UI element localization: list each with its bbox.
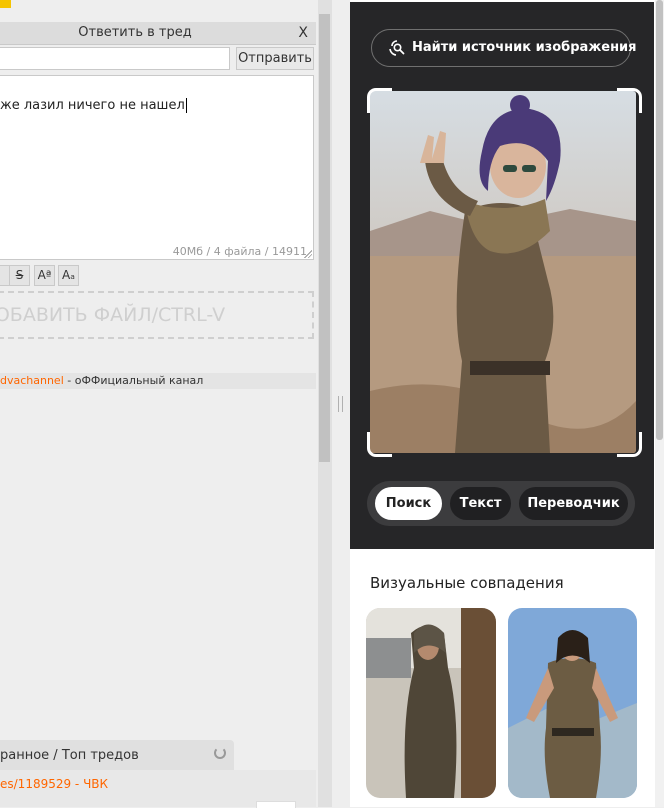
visual-match-card[interactable] — [508, 608, 637, 798]
page-scrollbar-thumb[interactable] — [319, 14, 330, 462]
visual-matches-title: Визуальные совпадения — [370, 574, 564, 592]
channel-footer: dvachannel - оФФициальный канал — [0, 373, 316, 389]
resize-handle[interactable] — [304, 250, 312, 258]
lens-search-icon — [389, 40, 405, 56]
bookmarks-tabs[interactable]: ранное / Топ тредов — [0, 748, 139, 763]
visual-match-image — [366, 608, 496, 798]
dropzone-label: ДОБАВИТЬ ФАЙЛ/CTRL-V — [0, 304, 226, 326]
crop-corner-bottom-left[interactable] — [367, 432, 392, 457]
text-caret — [185, 98, 187, 113]
mode-tabs: Поиск Текст Переводчик — [367, 481, 635, 526]
strike-button[interactable]: S — [9, 265, 30, 286]
bookmarks-panel-header[interactable]: ранное / Топ тредов — [0, 740, 234, 770]
crop-corner-top-left[interactable] — [367, 88, 392, 113]
tab-text[interactable]: Текст — [450, 487, 511, 520]
close-reply-button[interactable]: X — [298, 22, 308, 44]
find-source-button[interactable]: Найти источник изображения — [371, 29, 637, 67]
channel-suffix: - оФФициальный канал — [63, 374, 204, 387]
tab-search[interactable]: Поиск — [375, 487, 442, 520]
panel-splitter-handle[interactable] — [338, 396, 344, 412]
query-image-illustration — [370, 91, 636, 453]
message-text-line: же лазил ничего не нашел — [0, 98, 187, 113]
message-text: же лазил ничего не нашел — [0, 98, 185, 113]
message-textarea[interactable]: же лазил ничего не нашел 40Мб / 4 файла … — [0, 75, 314, 260]
subscript-button[interactable]: Aₐ — [58, 265, 79, 286]
crop-corner-bottom-right[interactable] — [617, 432, 642, 457]
tab-translate[interactable]: Переводчик — [519, 487, 628, 520]
subject-input[interactable] — [0, 47, 230, 70]
visual-match-card[interactable] — [366, 608, 496, 798]
bookmark-thread-link[interactable]: es/1189529 - ЧВК — [0, 777, 108, 791]
channel-link[interactable]: dvachannel — [0, 374, 64, 387]
reply-form-header[interactable]: Ответить в тред X — [0, 22, 316, 45]
crop-corner-top-right[interactable] — [617, 88, 642, 113]
superscript-button[interactable]: Aª — [34, 265, 55, 286]
upload-limits: 40Мб / 4 файла / 14911 — [172, 245, 307, 258]
reply-form-title: Ответить в тред — [78, 25, 192, 40]
send-button[interactable]: Отправить — [236, 47, 314, 70]
query-image[interactable] — [370, 91, 636, 453]
refresh-icon[interactable] — [214, 747, 226, 759]
panel-scrollbar-thumb[interactable] — [656, 0, 663, 440]
visual-match-image — [508, 608, 637, 798]
accent-tab — [0, 0, 11, 8]
file-dropzone[interactable]: ДОБАВИТЬ ФАЙЛ/CTRL-V — [0, 291, 314, 339]
find-source-label: Найти источник изображения — [412, 40, 637, 55]
